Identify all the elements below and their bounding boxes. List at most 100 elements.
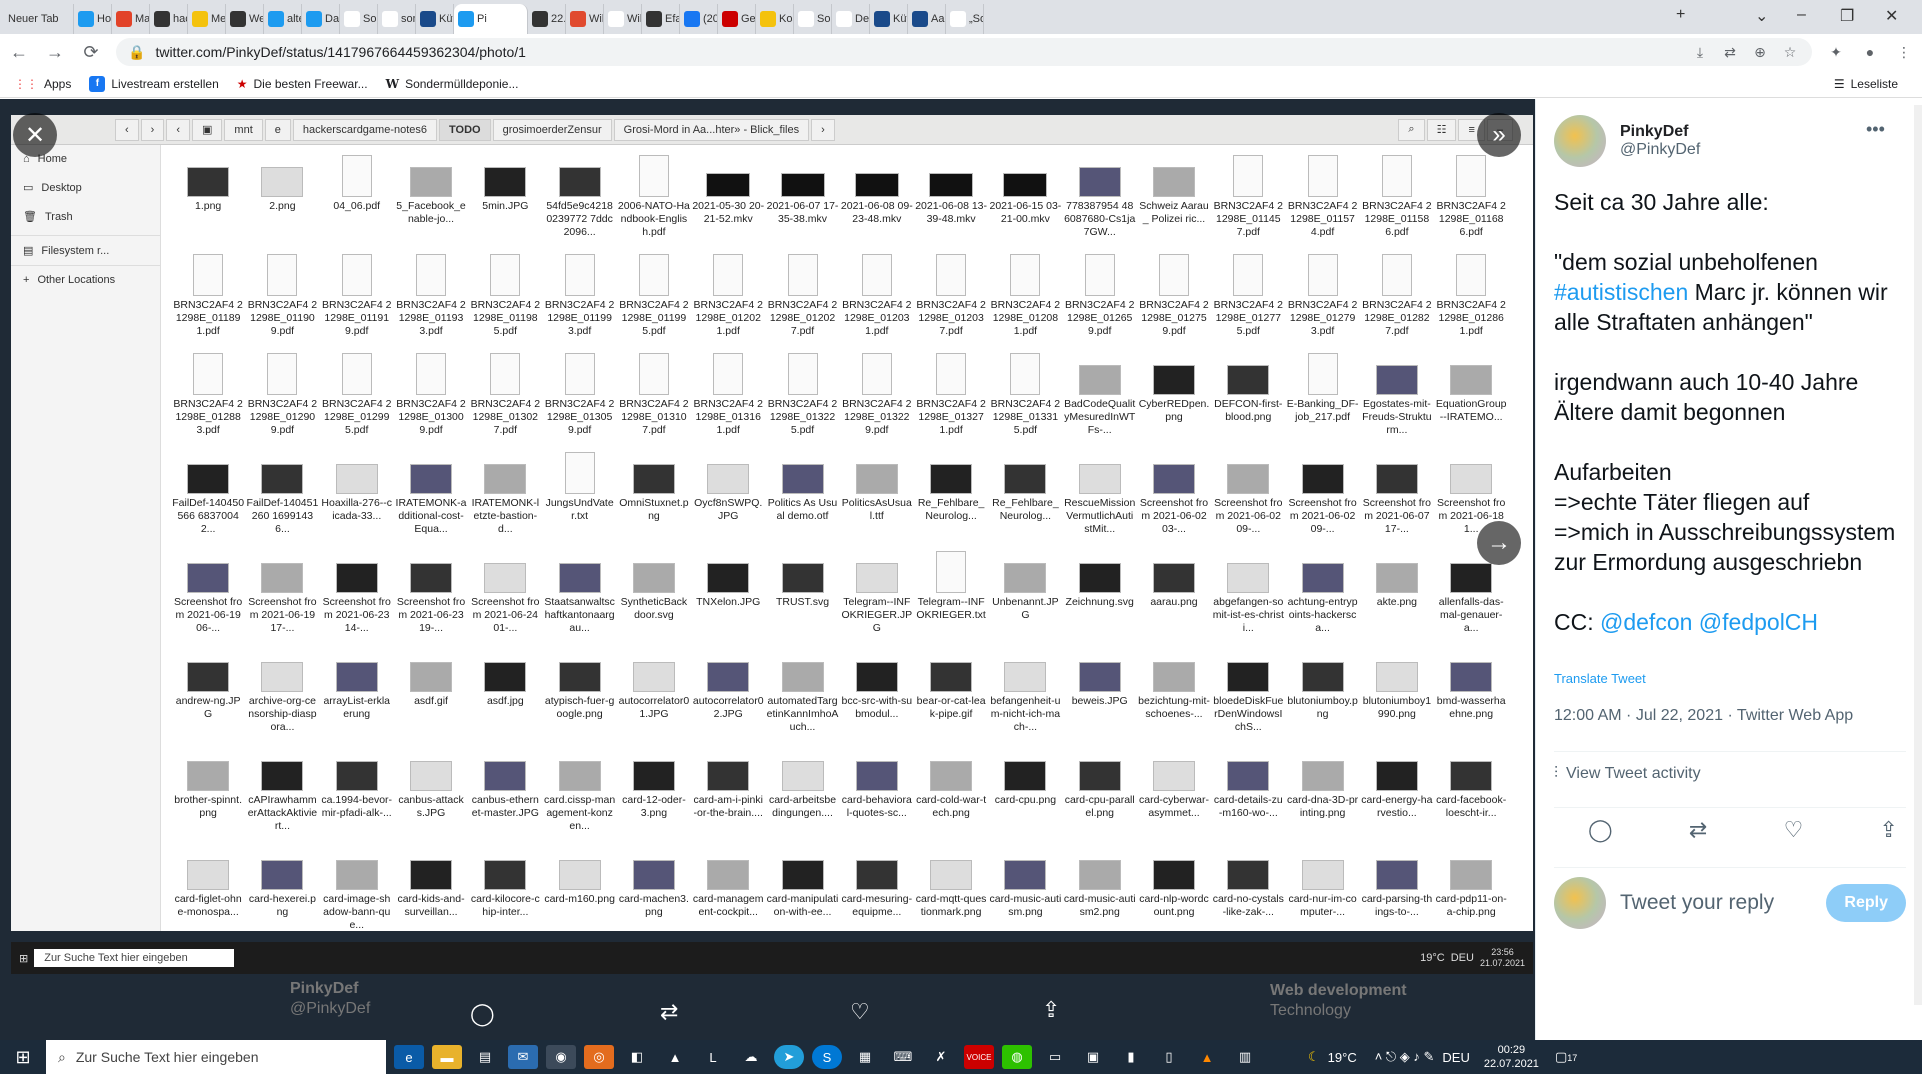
file-item[interactable]: ca.1994-bevor-mir-pfadi-alk-... bbox=[320, 747, 394, 846]
file-item[interactable]: BRN3C2AF4 21298E_012081.pdf bbox=[988, 252, 1062, 351]
file-item[interactable]: Screenshot from 2021-06-02 09-... bbox=[1285, 450, 1359, 549]
window-restore-icon[interactable]: ❐ bbox=[1840, 6, 1854, 26]
tab-0[interactable]: Neuer Tab bbox=[4, 4, 74, 34]
file-item[interactable]: card-facebook-loescht-ir... bbox=[1434, 747, 1508, 846]
crumb-scroll-left[interactable]: ‹ bbox=[166, 118, 191, 141]
breadcrumb-item[interactable]: hackerscardgame-notes6 bbox=[292, 118, 438, 141]
new-tab-button[interactable]: + bbox=[1676, 6, 1685, 24]
tab-13[interactable]: Wildl bbox=[566, 4, 604, 34]
file-item[interactable]: brother-spinnt.png bbox=[171, 747, 245, 846]
drive-icon[interactable]: ▣ bbox=[192, 118, 223, 141]
breadcrumb-item[interactable]: e bbox=[264, 118, 291, 141]
monitor-icon[interactable]: ▣ bbox=[1078, 1045, 1108, 1069]
keyboard-icon[interactable]: ⌨ bbox=[888, 1045, 918, 1069]
file-item[interactable]: cAPIrawhammerAttackAktiviert... bbox=[245, 747, 319, 846]
file-item[interactable]: BRN3C2AF4 21298E_013315.pdf bbox=[988, 351, 1062, 450]
file-item[interactable]: card-manipulation-with-ee... bbox=[765, 846, 839, 931]
file-item[interactable]: Screenshot from 2021-06-02 09-... bbox=[1211, 450, 1285, 549]
file-item[interactable]: BRN3C2AF4 21298E_012021.pdf bbox=[691, 252, 765, 351]
file-item[interactable]: BRN3C2AF4 21298E_012883.pdf bbox=[171, 351, 245, 450]
file-item[interactable]: bear-or-cat-leak-pipe.gif bbox=[914, 648, 988, 747]
file-item[interactable]: BRN3C2AF4 21298E_012037.pdf bbox=[914, 252, 988, 351]
file-item[interactable]: card-mesuring-equipme... bbox=[840, 846, 914, 931]
file-item[interactable]: Politics As Usual demo.otf bbox=[765, 450, 839, 549]
file-item[interactable]: achtung-entrypoints-hackersca... bbox=[1285, 549, 1359, 648]
file-item[interactable]: BRN3C2AF4 21298E_013009.pdf bbox=[394, 351, 468, 450]
file-item[interactable]: BRN3C2AF4 21298E_012759.pdf bbox=[1137, 252, 1211, 351]
extensions-icon[interactable]: ✦ bbox=[1826, 44, 1846, 61]
breadcrumb-item[interactable]: mnt bbox=[224, 118, 263, 141]
mail-icon[interactable]: ✉ bbox=[508, 1045, 538, 1069]
file-item[interactable]: 2021-06-07 17-35-38.mkv bbox=[765, 153, 839, 252]
file-item[interactable]: BRN3C2AF4 21298E_012827.pdf bbox=[1360, 252, 1434, 351]
file-item[interactable]: EquationGroup--IRATEMO... bbox=[1434, 351, 1508, 450]
tab-15[interactable]: Efas- bbox=[642, 4, 680, 34]
tab-17[interactable]: Gelös bbox=[718, 4, 756, 34]
sidebar-item-filesystem-r-[interactable]: ▤ Filesystem r... bbox=[11, 235, 160, 265]
file-item[interactable]: canbus-attacks.JPG bbox=[394, 747, 468, 846]
file-item[interactable]: SyntheticBackdoor.svg bbox=[617, 549, 691, 648]
tab-21[interactable]: Kütti bbox=[870, 4, 908, 34]
file-item[interactable]: card-behavioral-quotes-sc... bbox=[840, 747, 914, 846]
file-item[interactable]: BRN3C2AF4 21298E_012861.pdf bbox=[1434, 252, 1508, 351]
author-handle[interactable]: @PinkyDef bbox=[1620, 141, 1700, 159]
vlc-icon[interactable]: ▲ bbox=[1192, 1045, 1222, 1069]
file-item[interactable]: card-kilocore-chip-inter... bbox=[468, 846, 542, 931]
file-item[interactable]: 04_06.pdf bbox=[320, 153, 394, 252]
file-item[interactable]: card-dna-3D-printing.png bbox=[1285, 747, 1359, 846]
window-close-icon[interactable]: ✕ bbox=[1885, 6, 1898, 26]
author-name[interactable]: PinkyDef bbox=[1620, 123, 1700, 141]
file-item[interactable]: card.cissp-management-konzen... bbox=[542, 747, 616, 846]
taskbar-search[interactable]: ⌕ Zur Suche Text hier eingeben bbox=[46, 1040, 386, 1074]
file-item[interactable]: CyberREDpen.png bbox=[1137, 351, 1211, 450]
file-item[interactable]: card-mqtt-questionmark.png bbox=[914, 846, 988, 931]
file-item[interactable]: Unbenannt.JPG bbox=[988, 549, 1062, 648]
file-item[interactable]: 5min.JPG bbox=[468, 153, 542, 252]
tab-20[interactable]: Depc bbox=[832, 4, 870, 34]
url-input[interactable]: 🔒 twitter.com/PinkyDef/status/1417967664… bbox=[116, 38, 1812, 66]
reply-icon[interactable]: ◯ bbox=[470, 1001, 495, 1027]
file-item[interactable]: BRN3C2AF4 21298E_013161.pdf bbox=[691, 351, 765, 450]
file-item[interactable]: bcc-src-with-submodul... bbox=[840, 648, 914, 747]
close-icon[interactable]: ✕ bbox=[13, 113, 57, 157]
back-arrow-icon[interactable]: ← bbox=[8, 42, 30, 63]
live-icon[interactable]: L bbox=[698, 1045, 728, 1069]
file-item[interactable]: Staatsanwaltschaftkantonaargau... bbox=[542, 549, 616, 648]
wechat-icon[interactable]: ◍ bbox=[1002, 1045, 1032, 1069]
tab-10[interactable]: Kütti bbox=[416, 4, 454, 34]
like-icon[interactable]: ♡ bbox=[850, 999, 870, 1025]
inkscape-icon[interactable]: ▲ bbox=[660, 1045, 690, 1069]
tab-9[interactable]: sond bbox=[378, 4, 416, 34]
onedrive-icon[interactable]: ☁ bbox=[736, 1045, 766, 1069]
tab-3[interactable]: hack bbox=[150, 4, 188, 34]
folder-icon[interactable]: ▬ bbox=[432, 1045, 462, 1069]
file-item[interactable]: BadCodeQualityMesuredInWTFs-... bbox=[1063, 351, 1137, 450]
file-item[interactable]: IRATEMONK-letzte-bastion-d... bbox=[468, 450, 542, 549]
file-item[interactable]: Screenshot from 2021-06-07 17-... bbox=[1360, 450, 1434, 549]
tab-1[interactable]: Hom bbox=[74, 4, 112, 34]
file-item[interactable]: 778387954 486087680-Cs1ja7GW... bbox=[1063, 153, 1137, 252]
breadcrumb-item[interactable]: grosimoerderZensur bbox=[492, 118, 612, 141]
file-item[interactable]: 2006-NATO-Handbook-English.pdf bbox=[617, 153, 691, 252]
menu-dots-icon[interactable]: ⋮ bbox=[1894, 44, 1914, 61]
file-item[interactable]: FailDef-140451260 16991436... bbox=[245, 450, 319, 549]
file-item[interactable]: card-machen3.png bbox=[617, 846, 691, 931]
file-item[interactable]: Zeichnung.svg bbox=[1063, 549, 1137, 648]
file-item[interactable]: BRN3C2AF4 21298E_012793.pdf bbox=[1285, 252, 1359, 351]
file-item[interactable]: Telegram--INFOKRIEGER.JPG bbox=[840, 549, 914, 648]
file-item[interactable]: 2021-05-30 20-21-52.mkv bbox=[691, 153, 765, 252]
file-item[interactable]: Re_Fehlbare_Neurolog... bbox=[914, 450, 988, 549]
file-item[interactable]: BRN3C2AF4 21298E_013027.pdf bbox=[468, 351, 542, 450]
bookmark-sondermuell[interactable]: W Sondermülldeponie... bbox=[386, 77, 519, 91]
file-item[interactable]: autocorrelator01.JPG bbox=[617, 648, 691, 747]
chrome-icon[interactable]: ◉ bbox=[546, 1045, 576, 1069]
tab-5[interactable]: Welc bbox=[226, 4, 264, 34]
file-item[interactable]: card-music-autism2.png bbox=[1063, 846, 1137, 931]
search-icon[interactable]: ⌕ bbox=[1398, 118, 1425, 141]
install-icon[interactable]: ⤓ bbox=[1690, 44, 1710, 61]
file-item[interactable]: card-music-autism.png bbox=[988, 846, 1062, 931]
file-item[interactable]: beweis.JPG bbox=[1063, 648, 1137, 747]
file-item[interactable]: 2021-06-08 13-39-48.mkv bbox=[914, 153, 988, 252]
skype-icon[interactable]: S bbox=[812, 1045, 842, 1069]
tab-4[interactable]: Mein bbox=[188, 4, 226, 34]
